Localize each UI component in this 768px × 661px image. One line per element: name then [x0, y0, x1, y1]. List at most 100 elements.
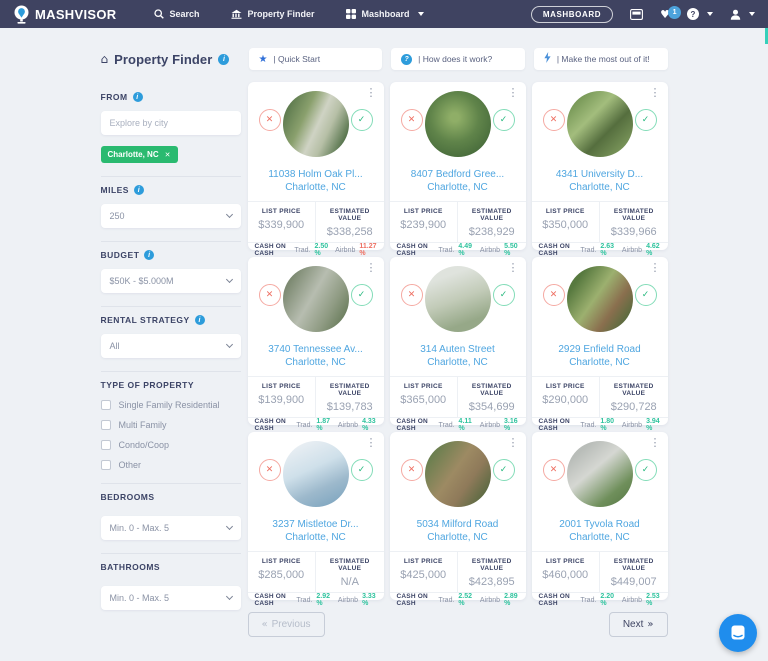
location-tag[interactable]: Charlotte, NC ✕ — [101, 146, 178, 163]
nav-item-search[interactable]: Search — [154, 9, 199, 19]
property-address-link[interactable]: 11038 Holm Oak Pl... — [248, 168, 384, 181]
accept-property-button[interactable]: ✓ — [635, 284, 657, 306]
property-photo[interactable] — [425, 91, 491, 157]
accept-property-button[interactable]: ✓ — [351, 459, 373, 481]
property-address-link[interactable]: 3237 Mistletoe Dr... — [248, 518, 384, 531]
checkbox-other[interactable]: Other — [101, 460, 241, 470]
favorites-badge: 1 — [668, 6, 681, 19]
kebab-menu-icon[interactable]: ⋮ — [508, 87, 519, 98]
estimated-value-label: ESTIMATED VALUE — [318, 208, 382, 222]
property-city-link[interactable]: Charlotte, NC — [390, 356, 526, 369]
info-icon[interactable]: i — [218, 54, 229, 65]
reject-property-button[interactable]: ✕ — [401, 284, 423, 306]
info-icon[interactable]: i — [195, 315, 205, 325]
nav-item-mashboard[interactable]: Mashboard — [346, 9, 423, 19]
property-address-link[interactable]: 314 Auten Street — [390, 343, 526, 356]
property-type-section: TYPE OF PROPERTY Single Family Residenti… — [101, 372, 241, 484]
chat-icon — [729, 624, 747, 642]
search-icon — [154, 9, 164, 19]
help-menu[interactable]: ? — [687, 8, 713, 20]
page-header: ⌂ Property Finder i ★ | Quick Start ? | … — [101, 48, 668, 70]
property-photo[interactable] — [425, 441, 491, 507]
property-city-link[interactable]: Charlotte, NC — [532, 356, 668, 369]
property-address-link[interactable]: 5034 Milford Road — [390, 518, 526, 531]
kebab-menu-icon[interactable]: ⋮ — [508, 262, 519, 273]
property-photo[interactable] — [567, 441, 633, 507]
nav-label-search: Search — [169, 9, 199, 19]
property-city-link[interactable]: Charlotte, NC — [532, 531, 668, 544]
property-photo[interactable] — [425, 266, 491, 332]
favorites[interactable]: ♥ 1 — [660, 9, 670, 20]
property-city-link[interactable]: Charlotte, NC — [390, 181, 526, 194]
property-address-link[interactable]: 3740 Tennessee Av... — [248, 343, 384, 356]
mashboard-button[interactable]: MASHBOARD — [531, 6, 613, 23]
estimated-value-value: $139,783 — [318, 401, 382, 413]
checkbox-single-family[interactable]: Single Family Residential — [101, 400, 241, 410]
accept-property-button[interactable]: ✓ — [493, 109, 515, 131]
reject-property-button[interactable]: ✕ — [259, 459, 281, 481]
account-menu[interactable] — [730, 9, 755, 20]
property-photo[interactable] — [283, 266, 349, 332]
accept-property-button[interactable]: ✓ — [635, 109, 657, 131]
accept-property-button[interactable]: ✓ — [493, 284, 515, 306]
quick-start-button[interactable]: ★ | Quick Start — [249, 48, 383, 70]
home-icon: ⌂ — [101, 52, 109, 66]
kebab-menu-icon[interactable]: ⋮ — [366, 437, 377, 448]
property-photo[interactable] — [567, 91, 633, 157]
property-photo[interactable] — [283, 441, 349, 507]
reject-property-button[interactable]: ✕ — [401, 109, 423, 131]
property-address-link[interactable]: 2929 Enfield Road — [532, 343, 668, 356]
check-icon: ✓ — [358, 465, 366, 475]
kebab-menu-icon[interactable]: ⋮ — [650, 437, 661, 448]
property-city-link[interactable]: Charlotte, NC — [248, 356, 384, 369]
kebab-menu-icon[interactable]: ⋮ — [366, 87, 377, 98]
reject-property-button[interactable]: ✕ — [543, 459, 565, 481]
kebab-menu-icon[interactable]: ⋮ — [508, 437, 519, 448]
kebab-menu-icon[interactable]: ⋮ — [650, 262, 661, 273]
property-photo[interactable] — [567, 266, 633, 332]
how-does-it-work-button[interactable]: ? | How does it work? — [391, 48, 525, 70]
accept-property-button[interactable]: ✓ — [493, 459, 515, 481]
accept-property-button[interactable]: ✓ — [351, 109, 373, 131]
image-icon[interactable] — [630, 9, 643, 20]
make-the-most-button[interactable]: | Make the most out of it! — [534, 48, 668, 70]
checkbox-multi-family[interactable]: Multi Family — [101, 420, 241, 430]
reject-property-button[interactable]: ✕ — [259, 284, 281, 306]
chevron-down-icon — [749, 12, 755, 16]
info-icon[interactable]: i — [144, 250, 154, 260]
mashvisor-logo[interactable]: MASHVISOR — [13, 5, 116, 24]
next-button[interactable]: Next » — [609, 612, 668, 637]
reject-property-button[interactable]: ✕ — [259, 109, 281, 131]
property-city-link[interactable]: Charlotte, NC — [390, 531, 526, 544]
property-city-link[interactable]: Charlotte, NC — [248, 181, 384, 194]
intercom-chat-launcher[interactable] — [719, 614, 757, 652]
budget-select[interactable]: $50K - $5.000M — [101, 269, 241, 293]
miles-select[interactable]: 250 — [101, 204, 241, 228]
trad-coc-value: 2.52 % — [458, 593, 472, 607]
property-city-link[interactable]: Charlotte, NC — [248, 531, 384, 544]
property-address-link[interactable]: 2001 Tyvola Road — [532, 518, 668, 531]
property-photo[interactable] — [283, 91, 349, 157]
cash-on-cash-label: CASH ON CASH — [539, 593, 574, 607]
reject-property-button[interactable]: ✕ — [401, 459, 423, 481]
reject-property-button[interactable]: ✕ — [543, 109, 565, 131]
x-icon: ✕ — [550, 115, 558, 125]
property-address-link[interactable]: 8407 Bedford Gree... — [390, 168, 526, 181]
accept-property-button[interactable]: ✓ — [351, 284, 373, 306]
kebab-menu-icon[interactable]: ⋮ — [650, 87, 661, 98]
rental-strategy-select[interactable]: All — [101, 334, 241, 358]
explore-by-city-input[interactable] — [101, 111, 241, 135]
info-icon[interactable]: i — [134, 185, 144, 195]
property-address-link[interactable]: 4341 University D... — [532, 168, 668, 181]
nav-item-property-finder[interactable]: Property Finder — [231, 9, 314, 19]
tag-close-icon[interactable]: ✕ — [165, 151, 171, 159]
bathrooms-select[interactable]: Min. 0 - Max. 5 — [101, 586, 241, 610]
reject-property-button[interactable]: ✕ — [543, 284, 565, 306]
property-city-link[interactable]: Charlotte, NC — [532, 181, 668, 194]
kebab-menu-icon[interactable]: ⋮ — [366, 262, 377, 273]
accept-property-button[interactable]: ✓ — [635, 459, 657, 481]
bedrooms-select[interactable]: Min. 0 - Max. 5 — [101, 516, 241, 540]
checkbox-condo-coop[interactable]: Condo/Coop — [101, 440, 241, 450]
info-icon[interactable]: i — [133, 92, 143, 102]
previous-button[interactable]: « Previous — [248, 612, 325, 637]
